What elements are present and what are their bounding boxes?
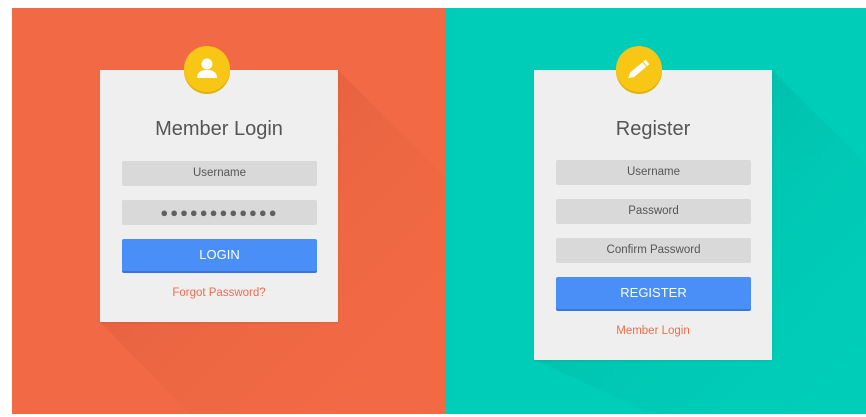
login-username-input[interactable] [122,161,317,186]
register-pencil-badge [616,46,662,92]
login-card: Member Login ●●●●●●●●●●●● LOGIN Forgot P… [100,70,338,322]
login-title: Member Login [155,118,283,140]
register-panel: Register REGISTER Member Login [446,8,866,414]
register-confirm-password-input[interactable] [556,238,751,263]
pencil-icon [628,59,650,78]
member-login-link[interactable]: Member Login [534,325,772,337]
user-icon [197,58,217,78]
forgot-password-link[interactable]: Forgot Password? [100,287,338,299]
register-password-input[interactable] [556,199,751,224]
login-panel: Member Login ●●●●●●●●●●●● LOGIN Forgot P… [12,8,446,414]
register-button[interactable]: REGISTER [556,277,751,309]
login-user-badge [184,46,230,92]
register-card: Register REGISTER Member Login [534,70,772,360]
login-password-input[interactable]: ●●●●●●●●●●●● [122,200,317,225]
register-username-input[interactable] [556,160,751,185]
register-title: Register [615,118,691,140]
login-button[interactable]: LOGIN [122,239,317,271]
